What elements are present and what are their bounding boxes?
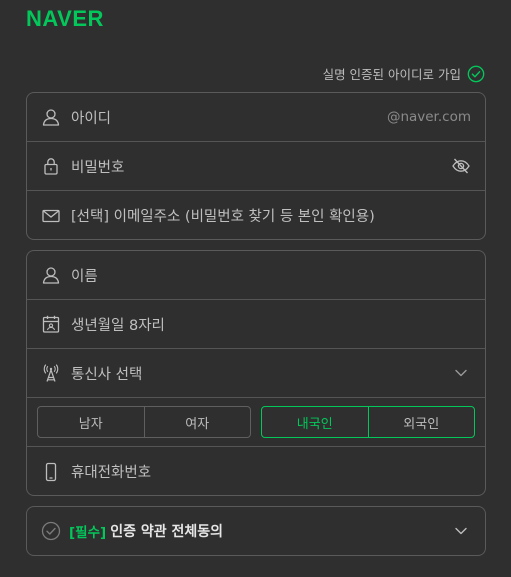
id-placeholder: 아이디 — [71, 110, 112, 127]
chevron-down-icon — [451, 363, 471, 383]
nationality-foreign-option[interactable]: 외국인 — [369, 407, 475, 437]
verified-id-link[interactable]: 실명 인증된 아이디로 가입 — [323, 64, 485, 83]
verified-id-label: 실명 인증된 아이디로 가입 — [322, 67, 461, 82]
email-placeholder: [선택] 이메일주소 (비밀번호 찾기 등 본인 확인용) — [71, 209, 375, 225]
lock-icon — [41, 156, 61, 176]
chevron-down-icon[interactable] — [451, 521, 471, 541]
gender-male-option[interactable]: 남자 — [38, 407, 144, 437]
name-placeholder: 이름 — [71, 268, 98, 285]
required-tag: [필수] — [69, 525, 107, 541]
check-circle-icon — [467, 65, 485, 82]
phone-placeholder: 휴대전화번호 — [71, 465, 152, 481]
antenna-icon — [41, 363, 61, 383]
carrier-placeholder: 통신사 선택 — [71, 366, 143, 383]
calendar-icon — [41, 314, 61, 334]
check-circle-icon[interactable] — [41, 521, 61, 541]
user-icon — [41, 107, 61, 127]
birthdate-placeholder: 생년월일 8자리 — [71, 317, 165, 334]
terms-agreement-group[interactable]: [필수] 인증 약관 전체동의 — [26, 506, 486, 556]
id-field[interactable]: 아이디 @naver.com — [27, 93, 485, 142]
phone-field[interactable]: 휴대전화번호 — [27, 447, 485, 496]
name-field[interactable]: 이름 — [27, 251, 485, 300]
terms-agreement-label: 인증 약관 전체동의 — [110, 524, 223, 540]
eye-off-icon[interactable] — [451, 156, 471, 176]
carrier-select[interactable]: 통신사 선택 — [27, 349, 485, 398]
gender-female-option[interactable]: 여자 — [143, 407, 251, 437]
nationality-domestic-option[interactable]: 내국인 — [262, 407, 369, 437]
password-placeholder: 비밀번호 — [71, 159, 125, 176]
terms-agreement-row[interactable]: [필수] 인증 약관 전체동의 — [27, 507, 485, 555]
birthdate-field[interactable]: 생년월일 8자리 — [27, 300, 485, 349]
user-icon — [41, 265, 61, 285]
mail-icon — [41, 206, 61, 226]
gender-nationality-row: 남자 여자 내국인 외국인 — [27, 398, 485, 447]
nationality-toggle: 내국인 외국인 — [261, 406, 475, 438]
phone-icon — [41, 462, 61, 482]
gender-toggle: 남자 여자 — [37, 406, 251, 438]
profile-info-group: 이름 생년월일 8자리 통신사 선택 남자 여자 내국인 외국인 휴대전화번호 — [26, 250, 486, 496]
account-info-group: 아이디 @naver.com 비밀번호 [선택] 이메일주소 (비밀번호 찾기 … — [26, 92, 486, 240]
email-field[interactable]: [선택] 이메일주소 (비밀번호 찾기 등 본인 확인용) — [27, 191, 485, 240]
naver-logo: NAVER — [26, 6, 104, 31]
password-field[interactable]: 비밀번호 — [27, 142, 485, 191]
id-domain-suffix: @naver.com — [386, 109, 471, 125]
